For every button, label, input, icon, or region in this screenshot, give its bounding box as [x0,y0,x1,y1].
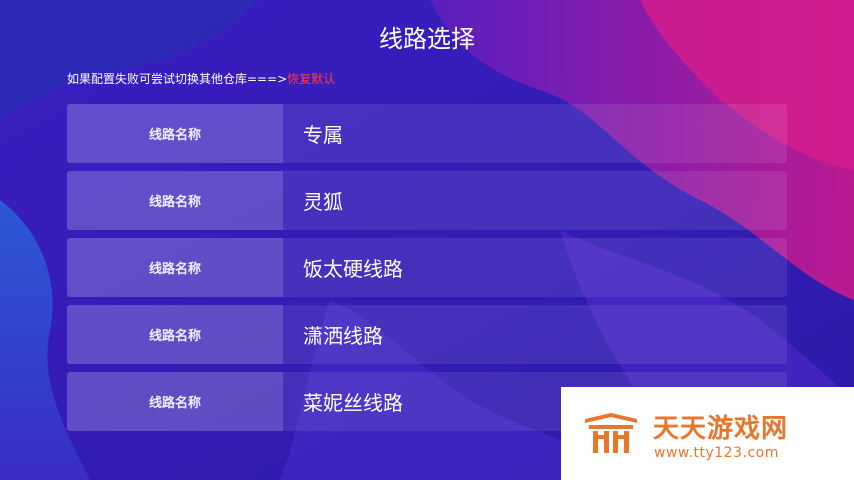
hint-text: 如果配置失败可尝试切换其他仓库===> [67,72,288,86]
route-label: 线路名称 [67,104,283,163]
route-name: 饭太硬线路 [303,257,403,281]
site-watermark: 天天游戏网 www.tty123.com [561,387,854,480]
route-name: 灵狐 [303,190,343,214]
route-item-2[interactable]: 线路名称 灵狐 [67,171,787,230]
route-label: 线路名称 [67,305,283,364]
route-label: 线路名称 [67,171,283,230]
route-label: 线路名称 [67,372,283,431]
route-name: 专属 [303,123,343,147]
restore-default-link[interactable]: 恢复默认 [287,72,335,86]
watermark-site-name: 天天游戏网 [653,414,789,444]
watermark-logo-icon [585,413,637,453]
route-item-4[interactable]: 线路名称 潇洒线路 [67,305,787,364]
route-item-1[interactable]: 线路名称 专属 [67,104,787,163]
route-label: 线路名称 [67,238,283,297]
repo-hint: 如果配置失败可尝试切换其他仓库===>恢复默认 [67,70,335,88]
page-title: 线路选择 [379,25,475,53]
watermark-url: www.tty123.com [654,445,779,461]
route-item-3[interactable]: 线路名称 饭太硬线路 [67,238,787,297]
route-name: 潇洒线路 [303,324,383,348]
